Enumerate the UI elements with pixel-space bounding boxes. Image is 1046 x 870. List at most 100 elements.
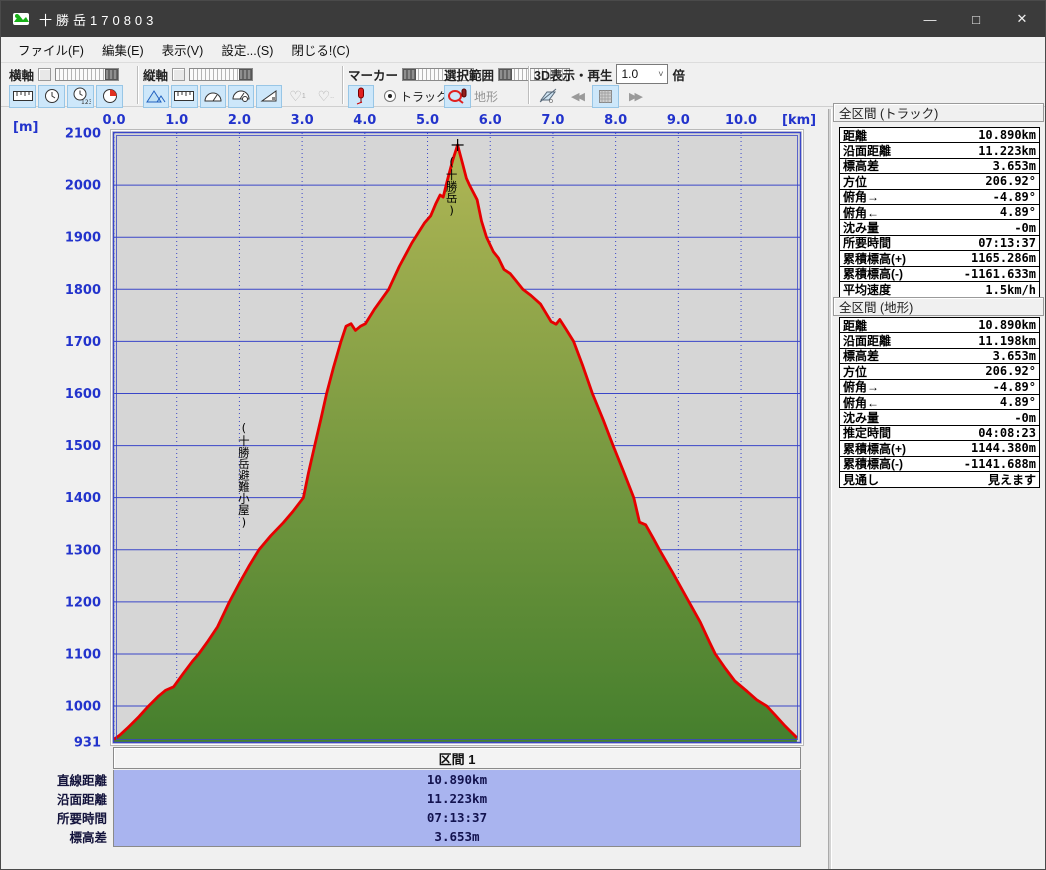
stat-row: 俯角→ -4.89°	[840, 380, 1039, 395]
dotted-heart-1-icon[interactable]: ♡ 1	[284, 85, 310, 108]
section-row-label: 直線距離	[56, 774, 107, 788]
x-tick-label: 5.0	[416, 113, 439, 128]
maximize-button[interactable]: □	[953, 1, 999, 37]
waypoint-annotation-label: (十勝岳避難小屋)	[237, 421, 251, 530]
stat-row: 距離 10.890km	[840, 128, 1039, 144]
stat-value: 206.92°	[985, 364, 1036, 379]
stat-value: 04:08:23	[978, 425, 1036, 440]
peak-annotation-label: (十勝岳)	[445, 155, 459, 218]
svg-text:123: 123	[81, 99, 91, 105]
stat-label: 所要時間	[843, 236, 892, 251]
playback-group: 3D表示・再生 1.0 ˅ 倍 O ◀◀ ▶▶	[534, 64, 714, 108]
stat-label: 距離	[843, 318, 868, 333]
y-tick-label: 1500	[65, 439, 101, 454]
v-axis-mini-button[interactable]	[172, 67, 186, 81]
stat-value: -4.89°	[992, 189, 1036, 204]
stat-label: 累積標高(+)	[843, 441, 907, 456]
track-stats-header: 全区間 (トラック)	[833, 103, 1044, 122]
y-tick-label: 1400	[65, 491, 101, 506]
stat-label: 累積標高(-)	[843, 267, 903, 282]
stat-row: 沿面距離 11.198km	[840, 333, 1039, 349]
rewind-icon[interactable]: ◀◀	[563, 85, 590, 108]
minimize-button[interactable]: —	[907, 1, 953, 37]
elevation-profile-chart[interactable]: 0.0 1.0 2.0 3.0 4.0 5.0 6.0 7.0 8.0 9.0 10.0 [km] [m…	[1, 109, 831, 747]
lasso-pin-icon[interactable]	[444, 84, 471, 108]
app-icon	[11, 9, 31, 29]
ruler-small-icon[interactable]	[171, 84, 198, 108]
section-header: 区間 1	[113, 747, 801, 769]
dotted-heart-2-icon[interactable]: ♡..	[313, 85, 339, 108]
section-row-label: 沿面距離	[56, 793, 107, 807]
stat-value: -1161.633m	[963, 266, 1036, 281]
stat-value: 4.89°	[999, 395, 1036, 410]
y-tick-label: 1300	[65, 543, 101, 558]
gauge-hand-icon[interactable]	[227, 84, 255, 108]
stat-value: 206.92°	[985, 174, 1036, 189]
stat-label: 沈み量	[843, 221, 880, 236]
3d-view-icon[interactable]: O	[534, 85, 561, 108]
v-axis-group: 縦軸 ♡ 1 ♡ ..	[143, 65, 339, 108]
stat-label: 俯角←	[843, 395, 880, 410]
stat-value: 3.653m	[992, 348, 1036, 363]
menu-item-1[interactable]: 編集(E)	[93, 37, 153, 62]
menu-item-2[interactable]: 表示(V)	[153, 37, 213, 62]
stat-row: 沈み量 -0m	[840, 410, 1039, 426]
section-value: 07:13:37	[426, 810, 488, 825]
speed-select[interactable]: 1.0 ˅	[616, 64, 669, 84]
v-axis-label: 縦軸	[143, 68, 169, 83]
menu-item-4[interactable]: 閉じる!(C)	[282, 37, 358, 62]
v-axis-zoom-slider[interactable]	[189, 67, 254, 81]
section-value: 3.653m	[434, 829, 480, 844]
stat-label: 方位	[843, 364, 868, 379]
radio-track-label: トラック	[399, 89, 448, 104]
h-axis-mini-button[interactable]	[38, 67, 52, 81]
close-button[interactable]: ✕	[999, 1, 1045, 37]
elapsed-pie-icon[interactable]	[96, 84, 123, 108]
x-unit-label: [km]	[782, 113, 816, 128]
stat-row: 沈み量 -0m	[840, 220, 1039, 236]
gauge-icon[interactable]	[199, 84, 226, 108]
speed-unit-label: 倍	[672, 68, 685, 83]
stat-label: 俯角←	[843, 205, 880, 220]
marker-label: マーカー	[348, 68, 399, 83]
y-tick-label: 2100	[65, 127, 101, 142]
stat-label: 推定時間	[843, 426, 892, 441]
menu-item-0[interactable]: ファイル(F)	[9, 37, 93, 62]
x-tick-label: 7.0	[541, 113, 564, 128]
stat-label: 見通し	[843, 473, 880, 488]
section-value: 10.890km	[426, 772, 488, 787]
h-axis-label: 横軸	[9, 68, 35, 83]
y-tick-label: 1700	[65, 335, 101, 350]
ruler-icon[interactable]	[9, 84, 36, 108]
y-tick-label: 1900	[65, 231, 101, 246]
radio-track[interactable]: トラック	[383, 88, 448, 105]
stat-value: 見えます	[987, 473, 1036, 488]
stat-label: 累積標高(+)	[843, 251, 907, 266]
h-axis-zoom-slider[interactable]	[55, 67, 120, 81]
panel-splitter[interactable]	[828, 109, 832, 869]
playback-label: 3D表示・再生	[534, 68, 613, 83]
clock-numbers-icon[interactable]: 123	[67, 84, 94, 108]
x-tick-label: 0.0	[102, 113, 125, 128]
stat-value: -1141.688m	[963, 456, 1036, 471]
forward-icon[interactable]: ▶▶	[621, 85, 648, 108]
x-tick-label: 2.0	[228, 113, 251, 128]
slope-icon[interactable]	[256, 84, 283, 108]
title-bar: 十勝岳170803 — □ ✕	[1, 1, 1045, 37]
clock-icon[interactable]	[38, 84, 65, 108]
stat-row: 累積標高(+) 1144.380m	[840, 441, 1039, 457]
stat-row: 標高差 3.653m	[840, 348, 1039, 365]
section-value: 11.223km	[426, 791, 488, 806]
stat-row: 推定時間 04:08:23	[840, 425, 1039, 442]
menu-item-3[interactable]: 設定...(S)	[212, 37, 282, 62]
pause-icon[interactable]	[592, 84, 619, 108]
pin-icon[interactable]	[348, 84, 374, 108]
section-labels-gutter: 直線距離 沿面距離 所要時間 標高差	[1, 770, 107, 846]
stat-value: 1.5km/h	[985, 282, 1036, 297]
stat-value: 10.890km	[978, 318, 1036, 333]
stat-label: 俯角→	[843, 190, 880, 205]
mountain-icon[interactable]	[143, 84, 170, 108]
y-tick-label: 1000	[65, 700, 101, 715]
chevron-down-icon: ˅	[658, 69, 664, 79]
stat-row: 俯角← 4.89°	[840, 205, 1039, 221]
